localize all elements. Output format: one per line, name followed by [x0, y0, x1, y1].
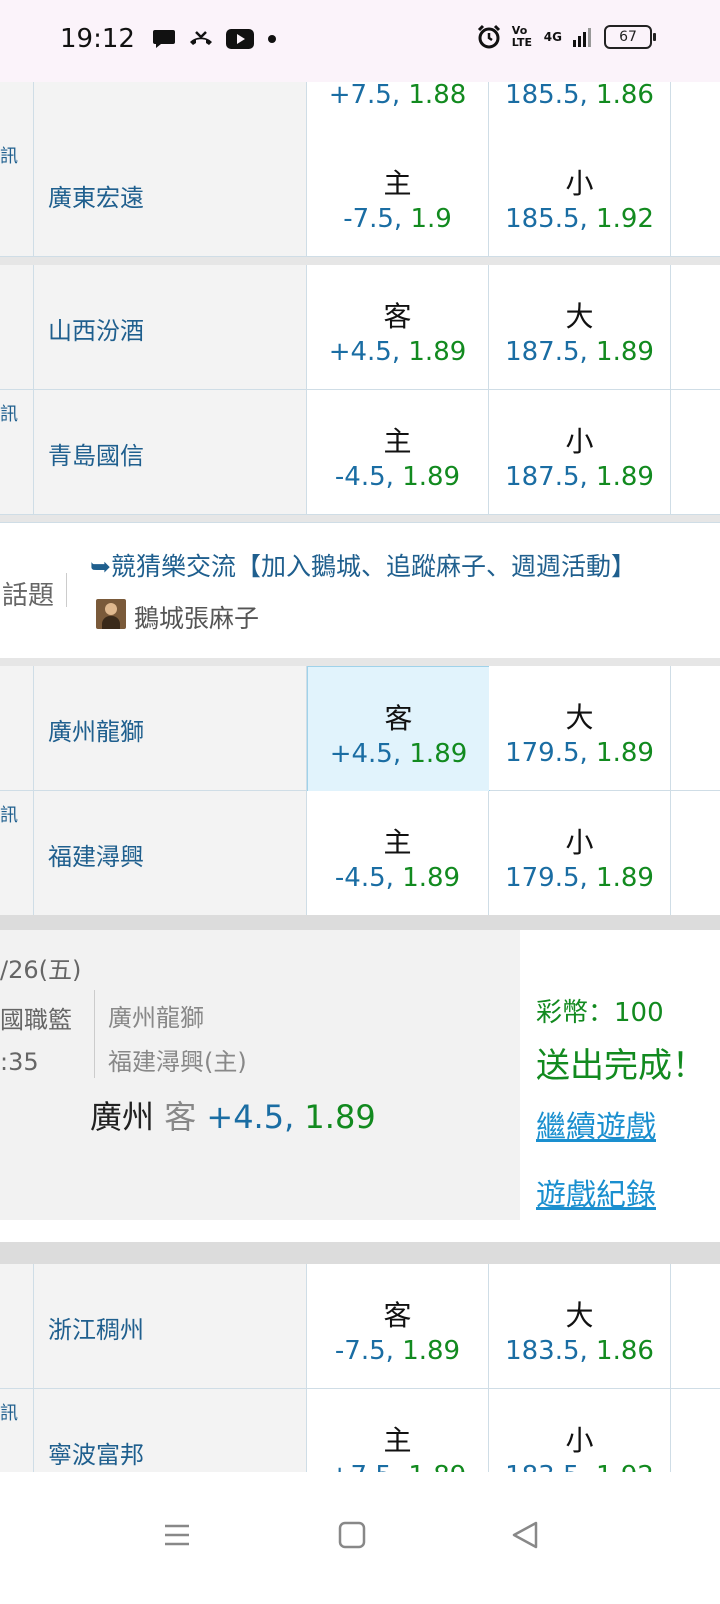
handicap-cell[interactable]: 主 +7.5, 1.89 [307, 1389, 489, 1472]
handicap-cell[interactable]: 客 +4.5, 1.89 [307, 265, 489, 389]
match-row: 山西汾酒 客 +4.5, 1.89 大 187.5, 1.89 [0, 265, 720, 390]
match-row: 寧波富邦 主 +7.5, 1.89 小 183.5, 1.92 [0, 1389, 720, 1472]
system-nav-bar [0, 1472, 720, 1604]
continue-game-link[interactable]: 繼續遊戲 [536, 1102, 656, 1146]
total-cell[interactable]: 小 183.5, 1.92 [489, 1389, 671, 1472]
missed-call-icon [190, 31, 212, 45]
main-content: +7.5, 1.88 185.5, 1.86 廣東宏遠 主 -7.5, 1.9 … [0, 0, 720, 1472]
info-label[interactable]: 訊 [0, 400, 18, 426]
total-cell[interactable]: 小 187.5, 1.89 [489, 390, 671, 514]
alarm-icon [477, 24, 500, 49]
coins-balance: 彩幣：100 [536, 998, 664, 1028]
topic-link[interactable]: ➥競猜樂交流【加入鵝城、追蹤麻子、週週活動】 [90, 547, 636, 583]
info-label[interactable]: 訊 [0, 1399, 18, 1425]
volte-icon: Vo LTE [511, 24, 533, 49]
ticket-league: 國職籃 [0, 1006, 72, 1034]
back-icon[interactable] [510, 1520, 540, 1550]
arrow-icon: ➥ [90, 552, 111, 581]
network-type: 4G [543, 30, 562, 44]
info-label[interactable]: 訊 [0, 801, 18, 827]
match-row: 青島國信 主 -4.5, 1.89 小 187.5, 1.89 [0, 390, 720, 515]
team-cell[interactable]: 廣州龍獅 [34, 666, 307, 790]
submit-complete-message: 送出完成！ [536, 1046, 706, 1086]
match-row: 浙江稠州 客 -7.5, 1.89 大 183.5, 1.86 [0, 1264, 720, 1389]
handicap-cell[interactable]: 主 -4.5, 1.89 [307, 791, 489, 915]
status-bar: 19:12 Vo LTE 4G 67 [0, 0, 720, 82]
team-cell[interactable]: 山西汾酒 [34, 265, 307, 389]
youtube-icon [226, 29, 254, 49]
bet-ticket: /26(五) 國職籃 :35 廣州龍獅 福建潯興(主) 廣州 客 +4.5, 1… [0, 930, 520, 1220]
dot-icon [268, 35, 276, 43]
ticket-date: /26(五) [0, 956, 82, 984]
handicap-cell-selected[interactable]: 客 +4.5, 1.89 [307, 666, 490, 792]
team-cell[interactable]: 青島國信 [34, 390, 307, 514]
total-cell[interactable]: 大 183.5, 1.86 [489, 1264, 671, 1388]
topic-banner: 話題 ➥競猜樂交流【加入鵝城、追蹤麻子、週週活動】 鵝城張麻子 [0, 522, 720, 660]
ticket-time: :35 [0, 1048, 39, 1076]
chat-bubble-icon [153, 30, 175, 48]
avatar[interactable] [96, 599, 126, 629]
total-cell[interactable]: 大 187.5, 1.89 [489, 265, 671, 389]
info-label[interactable]: 訊 [0, 142, 18, 168]
battery-icon: 67 [604, 25, 656, 49]
handicap-cell[interactable]: 客 -7.5, 1.89 [307, 1264, 489, 1388]
ticket-pick: 廣州 客 +4.5, 1.89 [90, 1098, 376, 1136]
result-panel: 彩幣：100 送出完成！ 繼續遊戲 遊戲紀錄 [520, 930, 720, 1220]
ticket-home-team: 福建潯興(主) [108, 1048, 247, 1076]
total-cell[interactable]: 大 179.5, 1.89 [489, 666, 671, 790]
match-row: 廣州龍獅 客 +4.5, 1.89 大 179.5, 1.89 [0, 666, 720, 792]
team-cell[interactable]: 廣東宏遠 [34, 132, 307, 256]
clock: 19:12 [60, 24, 135, 54]
topic-label: 話題 [2, 581, 55, 611]
signal-icon [573, 28, 591, 47]
menu-icon[interactable] [162, 1520, 192, 1550]
handicap-cell[interactable]: 主 -4.5, 1.89 [307, 390, 489, 514]
home-icon[interactable] [338, 1520, 366, 1550]
total-cell[interactable]: 小 185.5, 1.92 [489, 132, 671, 256]
ticket-away-team: 廣州龍獅 [108, 1004, 204, 1032]
team-cell[interactable]: 寧波富邦 [34, 1389, 307, 1472]
game-history-link[interactable]: 遊戲紀錄 [536, 1170, 656, 1214]
team-cell[interactable]: 浙江稠州 [34, 1264, 307, 1388]
match-row: 廣東宏遠 主 -7.5, 1.9 小 185.5, 1.92 [0, 132, 720, 257]
total-cell[interactable]: 小 179.5, 1.89 [489, 791, 671, 915]
match-row: 福建潯興 主 -4.5, 1.89 小 179.5, 1.89 [0, 791, 720, 916]
topic-username[interactable]: 鵝城張麻子 [134, 599, 259, 635]
handicap-cell[interactable]: 主 -7.5, 1.9 [307, 132, 489, 256]
team-cell[interactable]: 福建潯興 [34, 791, 307, 915]
